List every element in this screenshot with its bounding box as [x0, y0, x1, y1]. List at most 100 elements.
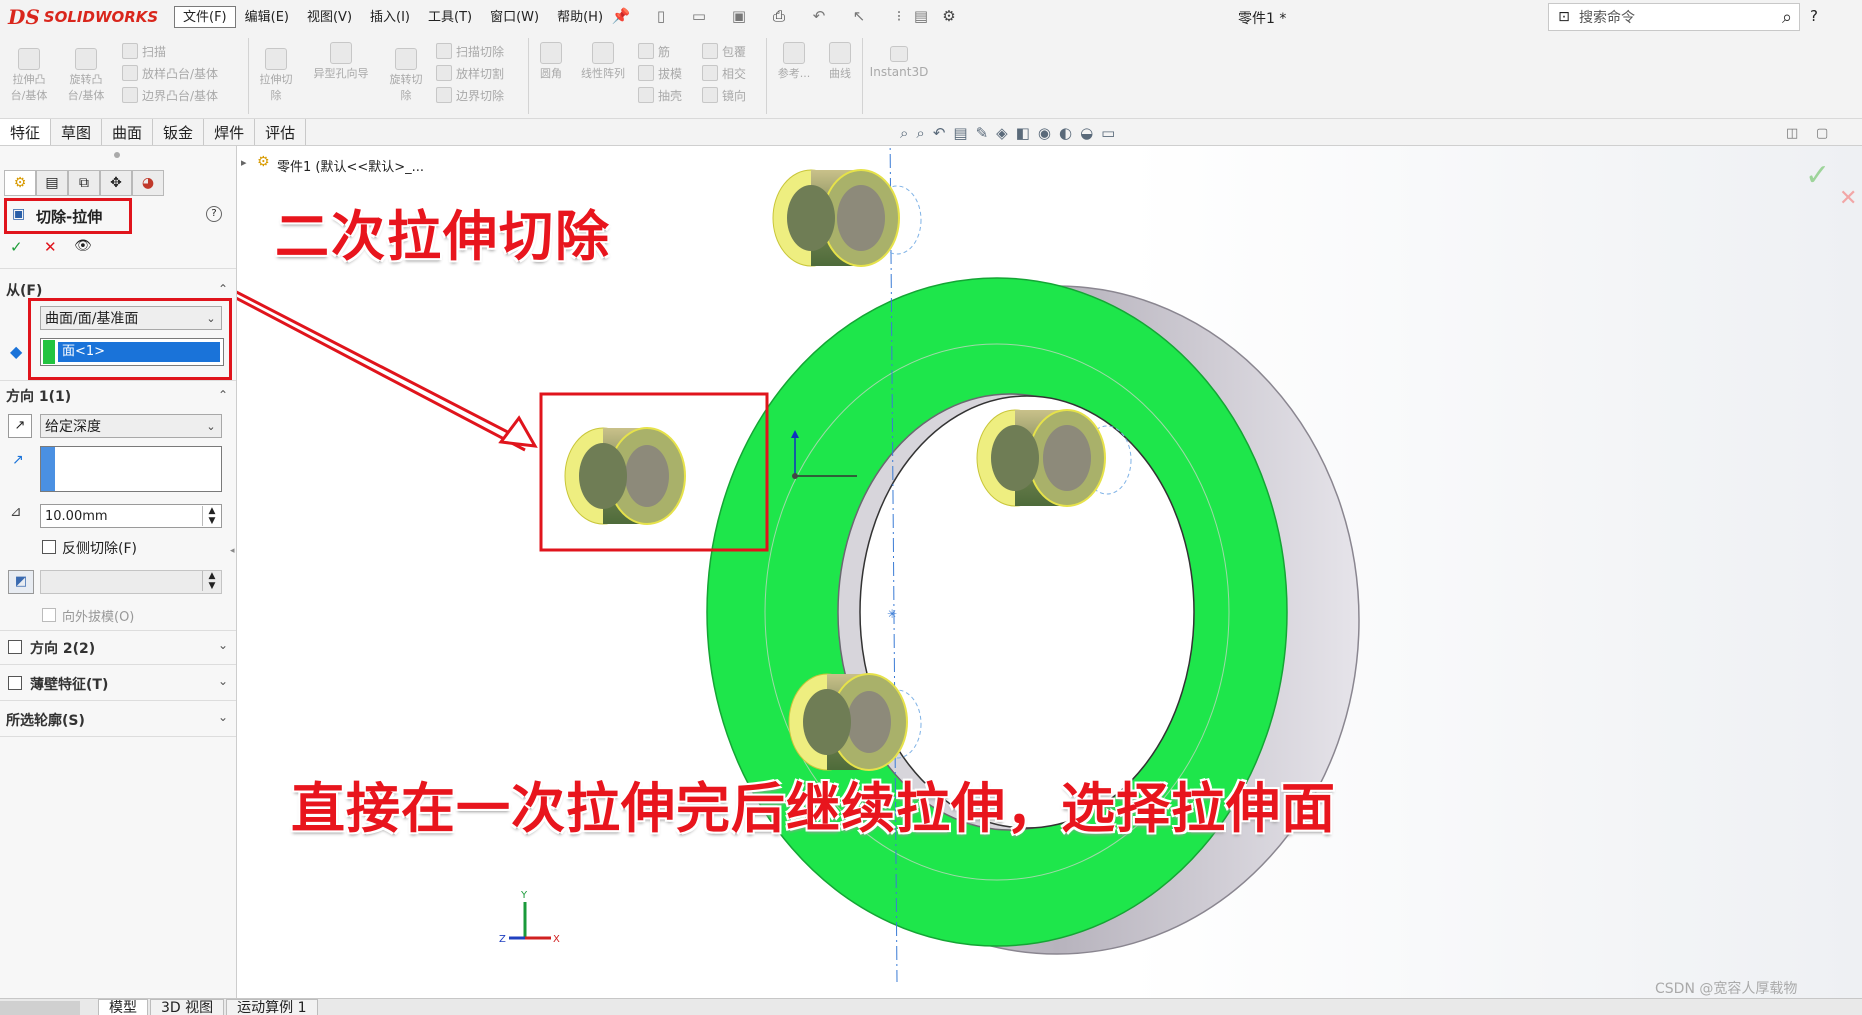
selected-face-item[interactable]: 面<1>: [58, 342, 220, 362]
save-icon[interactable]: ▣: [730, 7, 748, 25]
maximize-pane-icon[interactable]: ▢: [1816, 126, 1828, 141]
flip-side-checkbox[interactable]: [42, 540, 56, 554]
traffic-light-icon[interactable]: ⁝: [890, 7, 908, 25]
reverse-direction-icon[interactable]: ↗: [8, 414, 32, 438]
panel-collapse-handle[interactable]: ◂: [230, 546, 235, 556]
swept-cut-button[interactable]: 扫描切除: [436, 40, 504, 62]
view-orientation-icon[interactable]: ◈: [996, 124, 1008, 142]
zoom-to-area-icon[interactable]: ⌕: [916, 124, 924, 142]
fillet-button[interactable]: 圆角: [534, 42, 568, 82]
boundary-cut-button[interactable]: 边界切除: [436, 84, 504, 106]
linear-pattern-button[interactable]: 线性阵列: [574, 42, 632, 82]
tab-model[interactable]: 模型: [98, 999, 148, 1015]
lofted-cut-button[interactable]: 放样切割: [436, 62, 504, 84]
tab-scroll-arrows[interactable]: [0, 1001, 80, 1015]
dynamic-annotation-icon[interactable]: ✎: [976, 124, 989, 142]
section-view-icon[interactable]: ▤: [953, 124, 967, 142]
previous-view-icon[interactable]: ↶: [933, 124, 946, 142]
menu-view[interactable]: 视图(V): [298, 6, 361, 28]
instant3d-button[interactable]: Instant3D: [868, 46, 930, 80]
collapse-from-icon[interactable]: ⌃: [218, 282, 228, 296]
solidworks-logo[interactable]: DS SOLIDWORKS: [8, 5, 158, 29]
extrude-cut-button[interactable]: 拉伸切 除: [256, 48, 296, 104]
apply-scene-icon[interactable]: ◒: [1080, 124, 1093, 142]
thin-feature-checkbox[interactable]: [8, 676, 22, 690]
rib-button[interactable]: 筋: [638, 40, 682, 62]
tab-sketch[interactable]: 草图: [51, 119, 103, 145]
menu-tools[interactable]: 工具(T): [419, 6, 481, 28]
reference-geometry-button[interactable]: 参考...: [772, 42, 816, 82]
thin-feature-section-title[interactable]: 薄壁特征(T): [30, 674, 108, 694]
open-folder-icon[interactable]: ▭: [690, 7, 708, 25]
search-commands[interactable]: ⊡ 搜索命令 ⌕: [1548, 3, 1800, 31]
expand-direction2-icon[interactable]: ⌄: [218, 638, 228, 652]
feature-manager-tab-icon[interactable]: ⚙: [4, 170, 36, 196]
collapse-direction1-icon[interactable]: ⌃: [218, 388, 228, 402]
draft-outward-checkbox[interactable]: [42, 608, 56, 622]
dimxpert-tab-icon[interactable]: ✥: [100, 170, 132, 196]
draft-angle-input[interactable]: ▲ ▼: [40, 570, 222, 594]
loft-boss-button[interactable]: 放样凸台/基体: [122, 62, 218, 84]
draft-spinner-icon[interactable]: ▲ ▼: [202, 571, 221, 591]
restore-pane-icon[interactable]: ◫: [1786, 126, 1798, 141]
tab-features[interactable]: 特征: [0, 119, 52, 145]
help-icon[interactable]: ?: [1810, 7, 1818, 25]
select-cursor-icon[interactable]: ↖: [850, 7, 868, 25]
curves-button[interactable]: 曲线: [822, 42, 858, 82]
hole-wizard-button[interactable]: 异型孔向导: [306, 42, 376, 82]
tab-sheet-metal[interactable]: 钣金: [153, 119, 205, 145]
depth-input[interactable]: 10.00mm ▲ ▼: [40, 504, 222, 528]
display-style-icon[interactable]: ◧: [1016, 124, 1030, 142]
undo-icon[interactable]: ↶: [810, 7, 828, 25]
shell-button[interactable]: 抽壳: [638, 84, 682, 106]
end-condition-dropdown[interactable]: 给定深度 ⌄: [40, 414, 222, 438]
tab-evaluate[interactable]: 评估: [255, 119, 307, 145]
revolve-cut-button[interactable]: 旋转切 除: [386, 48, 426, 104]
search-input[interactable]: 搜索命令: [1579, 7, 1775, 27]
model-view[interactable]: ✳ Y X Z: [237, 146, 1862, 998]
hole-top[interactable]: [772, 169, 922, 267]
options-gear-icon[interactable]: ⚙: [940, 7, 958, 25]
expand-thin-feature-icon[interactable]: ⌄: [218, 674, 228, 688]
from-section-title[interactable]: 从(F): [6, 280, 42, 300]
direction2-section-title[interactable]: 方向 2(2): [30, 638, 95, 658]
help-question-icon[interactable]: ?: [206, 206, 222, 222]
expand-selected-contours-icon[interactable]: ⌄: [218, 710, 228, 724]
sweep-button[interactable]: 扫描: [122, 40, 218, 62]
intersect-button[interactable]: 相交: [702, 62, 746, 84]
tab-surfaces[interactable]: 曲面: [102, 119, 154, 145]
selected-contours-section-title[interactable]: 所选轮廓(S): [6, 710, 85, 730]
from-type-dropdown[interactable]: 曲面/面/基准面 ⌄: [40, 306, 222, 330]
graphics-area[interactable]: ▸ ⚙ 零件1 (默认<<默认>_... ✓ ✕ ✳ Y X Z 二次拉伸切除 …: [237, 146, 1862, 998]
property-manager-tab-icon[interactable]: ▤: [36, 170, 68, 196]
direction1-section-title[interactable]: 方向 1(1): [6, 386, 71, 406]
panel-grip[interactable]: [114, 152, 120, 158]
tab-motion-study[interactable]: 运动算例 1: [226, 999, 318, 1015]
menu-file[interactable]: 文件(F): [174, 6, 236, 28]
zoom-to-fit-icon[interactable]: ⌕: [900, 124, 908, 142]
direction2-checkbox[interactable]: [8, 640, 22, 654]
menu-window[interactable]: 窗口(W): [481, 6, 548, 28]
new-document-icon[interactable]: ▯: [652, 7, 670, 25]
menu-help[interactable]: 帮助(H): [548, 6, 612, 28]
mirror-button[interactable]: 镜向: [702, 84, 746, 106]
file-properties-icon[interactable]: ▤: [912, 7, 930, 25]
tab-3d-views[interactable]: 3D 视图: [150, 999, 225, 1015]
view-settings-icon[interactable]: ▭: [1101, 124, 1115, 142]
tab-weldments[interactable]: 焊件: [204, 119, 256, 145]
menu-edit[interactable]: 编辑(E): [236, 6, 298, 28]
flip-direction-icon[interactable]: ◆: [10, 342, 22, 361]
print-icon[interactable]: ⎙: [770, 7, 788, 25]
pin-icon[interactable]: 📌: [612, 7, 631, 25]
display-manager-tab-icon[interactable]: ◕: [132, 170, 164, 196]
draft-toggle-icon[interactable]: ◩: [8, 570, 34, 594]
menu-insert[interactable]: 插入(I): [361, 6, 419, 28]
from-face-selection-box[interactable]: 面<1>: [40, 338, 224, 366]
hide-show-items-icon[interactable]: ◉: [1038, 124, 1051, 142]
configuration-manager-tab-icon[interactable]: ⧉: [68, 170, 100, 196]
edit-appearance-icon[interactable]: ◐: [1059, 124, 1072, 142]
preview-eye-icon[interactable]: 👁: [74, 238, 92, 254]
hole-left[interactable]: [564, 427, 686, 525]
boundary-boss-button[interactable]: 边界凸台/基体: [122, 84, 218, 106]
cancel-x-icon[interactable]: ✕: [44, 238, 57, 256]
